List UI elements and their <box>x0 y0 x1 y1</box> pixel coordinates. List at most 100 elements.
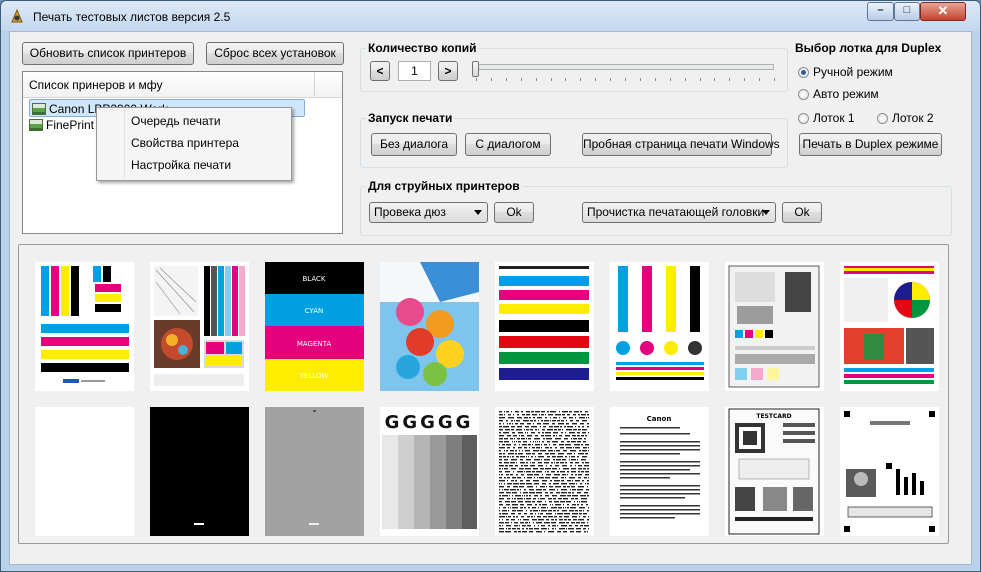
printer-list-header[interactable]: Список принеров и мфу <box>23 72 342 98</box>
noise-stroke <box>499 426 502 428</box>
noise-stroke <box>499 498 504 500</box>
noise-stroke <box>544 531 545 533</box>
copies-decrement-button[interactable]: < <box>370 61 390 81</box>
print-with-dialog-button[interactable]: С диалогом <box>465 133 551 156</box>
noise-stroke <box>502 513 508 515</box>
text-line <box>620 509 700 511</box>
cmyk-label-cyan: CYAN <box>305 307 324 315</box>
thumb-color-test[interactable] <box>150 262 249 391</box>
thumb-color-stripes[interactable] <box>495 262 594 391</box>
gray-scale-preview: GGGGG <box>382 412 477 529</box>
duplex-auto-radio[interactable]: Авто режим <box>798 87 879 101</box>
duplex-tray2-radio[interactable]: Лоток 2 <box>877 111 934 125</box>
thumb-white-page[interactable] <box>35 407 134 536</box>
copies-slider-thumb[interactable] <box>472 61 479 77</box>
noise-stroke <box>527 474 533 476</box>
noise-stroke <box>517 489 519 491</box>
noise-stroke <box>564 438 568 440</box>
thumb-black-page[interactable] <box>150 407 249 536</box>
thumb-canon-page[interactable]: Canon <box>610 407 709 536</box>
head-cleaning-ok-button[interactable]: Ok <box>782 202 822 223</box>
noise-stroke <box>559 411 560 413</box>
noise-stroke <box>557 525 558 527</box>
print-no-dialog-button[interactable]: Без диалога <box>371 133 457 156</box>
noise-stroke <box>539 510 540 512</box>
thumb-cmyk-bars[interactable] <box>35 262 134 391</box>
thumb-cmyk-wheels[interactable] <box>610 262 709 391</box>
thumb-gray-page[interactable] <box>265 407 364 536</box>
noise-stroke <box>565 444 571 446</box>
thumb-gray-scale[interactable]: GGGGG <box>380 407 479 536</box>
noise-stroke <box>512 510 516 512</box>
printer-item-fineprint[interactable]: FinePrint <box>29 116 94 134</box>
noise-stroke <box>511 501 516 503</box>
noise-stroke <box>532 447 535 449</box>
noise-stroke <box>524 495 525 497</box>
thumb-text-noise[interactable] <box>495 407 594 536</box>
noise-stroke <box>535 429 537 431</box>
noise-stroke <box>579 501 580 503</box>
thumb-photo-test[interactable] <box>840 262 939 391</box>
noise-stroke <box>572 492 574 494</box>
noise-stroke <box>514 522 518 524</box>
thumb-calibration-grid[interactable] <box>725 262 824 391</box>
noise-stroke <box>544 459 550 461</box>
text-line <box>620 445 700 447</box>
menu-item-print-settings[interactable]: Настройка печати <box>131 154 231 176</box>
noise-stroke <box>537 423 541 425</box>
text-line <box>620 513 700 515</box>
thumb-cmyk-named[interactable]: BLACK CYAN MAGENTA YELLOW <box>265 262 364 391</box>
noise-stroke <box>499 447 505 449</box>
painted-hands-preview <box>380 262 479 391</box>
noise-stroke <box>560 495 566 497</box>
noise-stroke <box>552 441 558 443</box>
head-cleaning-select[interactable]: Прочистка печатающей головки <box>582 202 776 223</box>
menu-item-printer-properties[interactable]: Свойства принтера <box>131 132 239 154</box>
noise-stroke <box>499 501 502 503</box>
menu-item-print-queue[interactable]: Очередь печати <box>131 110 221 132</box>
noise-stroke <box>555 513 556 515</box>
noise-stroke <box>566 447 572 449</box>
noise-stroke <box>586 489 589 491</box>
duplex-tray1-radio[interactable]: Лоток 1 <box>798 111 855 125</box>
copies-input[interactable]: 1 <box>398 61 431 81</box>
noise-stroke <box>572 504 576 506</box>
noise-stroke <box>552 528 554 530</box>
noise-stroke <box>572 489 576 491</box>
noise-stroke <box>530 429 533 431</box>
copies-increment-button[interactable]: > <box>438 61 458 81</box>
noise-stroke <box>587 468 589 470</box>
noise-stroke <box>499 525 501 527</box>
reset-settings-button[interactable]: Сброс всех установок <box>206 42 344 65</box>
minimize-button[interactable]: – <box>867 2 894 21</box>
noise-stroke <box>562 414 565 416</box>
title-bar[interactable]: Печать тестовых листов версия 2.5 – □ ✕ <box>1 1 980 31</box>
refresh-printers-button[interactable]: Обновить список принтеров <box>22 42 194 65</box>
noise-stroke <box>575 498 578 500</box>
noise-stroke <box>538 462 542 464</box>
noise-stroke <box>516 441 517 443</box>
copies-slider[interactable] <box>474 64 774 70</box>
thumb-resolution-test[interactable] <box>840 407 939 536</box>
duplex-print-button[interactable]: Печать в Duplex режиме <box>799 133 942 156</box>
noise-stroke <box>576 528 581 530</box>
noise-stroke <box>518 432 523 434</box>
noise-stroke <box>563 486 566 488</box>
noise-stroke <box>550 453 555 455</box>
windows-test-page-button[interactable]: Пробная страница печати Windows <box>582 133 780 156</box>
noise-stroke <box>521 435 524 437</box>
nozzle-check-ok-button[interactable]: Ok <box>494 202 534 223</box>
noise-stroke <box>569 477 575 479</box>
maximize-icon: □ <box>903 4 911 16</box>
maximize-button[interactable]: □ <box>894 2 920 21</box>
noise-stroke <box>561 432 563 434</box>
close-button[interactable]: ✕ <box>920 2 966 21</box>
duplex-manual-radio[interactable]: Ручной режим <box>798 65 893 79</box>
nozzle-check-select[interactable]: Провека дюз <box>369 202 488 223</box>
noise-stroke <box>583 510 584 512</box>
noise-stroke <box>556 450 560 452</box>
noise-stroke <box>551 471 555 473</box>
thumb-painted-hands[interactable] <box>380 262 479 391</box>
noise-stroke <box>534 528 539 530</box>
thumb-testcard[interactable]: TESTCARD <box>725 407 824 536</box>
